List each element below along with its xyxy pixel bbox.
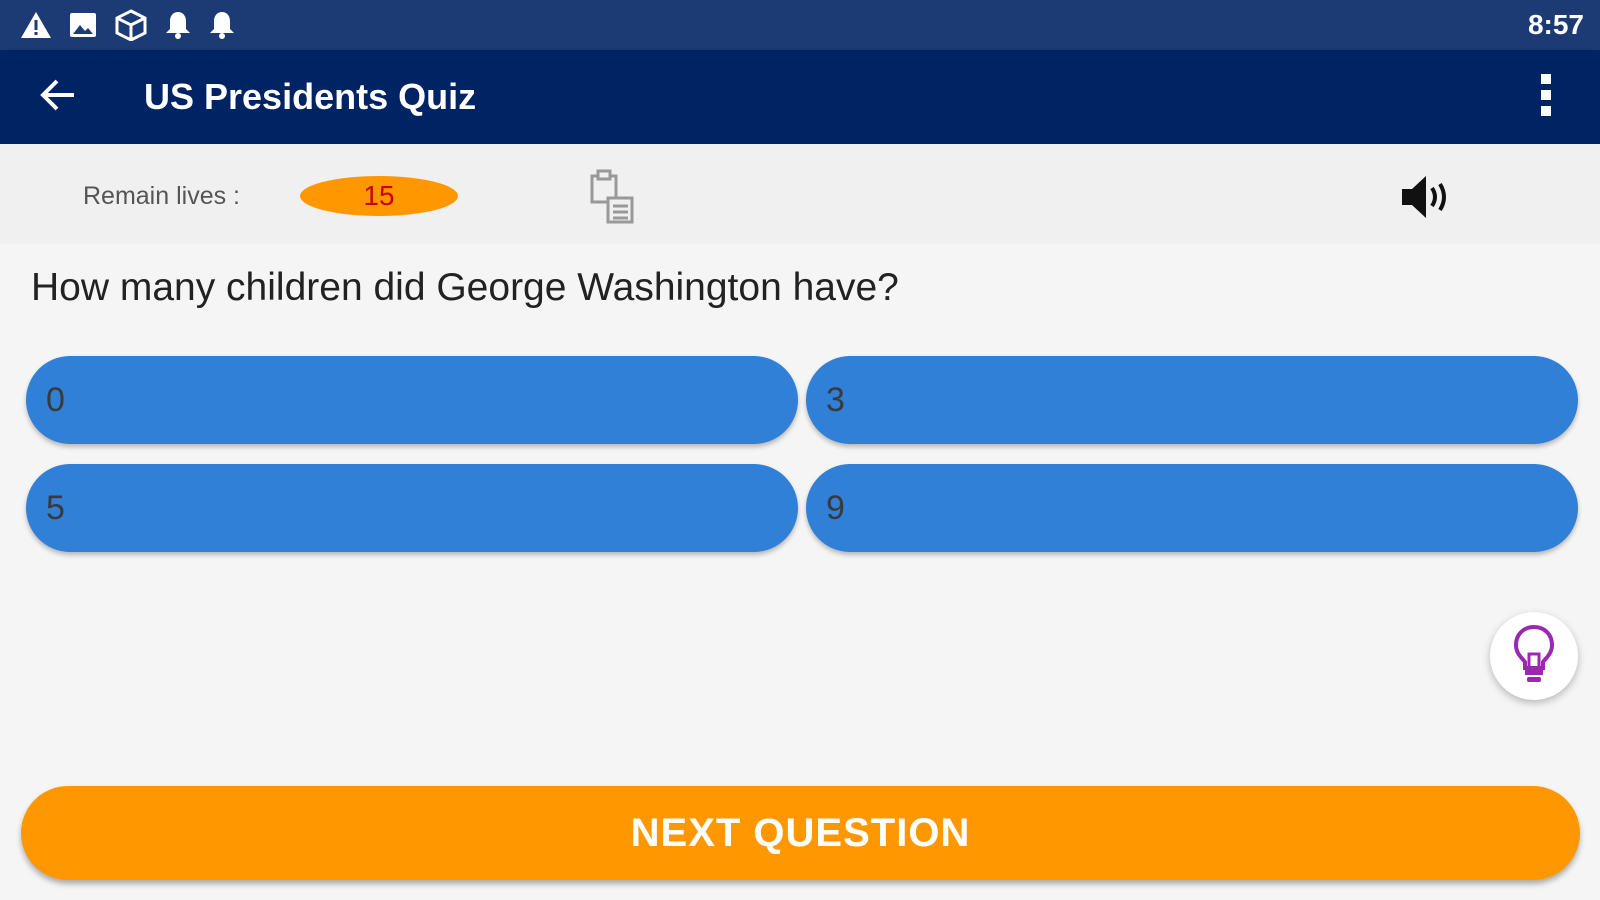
back-button[interactable] <box>28 67 88 127</box>
bell-icon <box>164 10 192 40</box>
next-question-button[interactable]: NEXT QUESTION <box>21 786 1580 880</box>
warning-icon <box>20 10 52 40</box>
arrow-back-icon <box>40 78 76 117</box>
answer-button-3[interactable]: 5 <box>26 464 798 552</box>
answer-label: 9 <box>826 488 845 527</box>
clipboard-list-button[interactable] <box>586 168 638 228</box>
lightbulb-icon <box>1512 624 1556 689</box>
cube-icon <box>114 9 148 41</box>
overflow-menu-button[interactable] <box>1516 67 1576 127</box>
answer-button-4[interactable]: 9 <box>806 464 1578 552</box>
status-time: 8:57 <box>1527 9 1584 40</box>
page-title: US Presidents Quiz <box>144 76 477 117</box>
answer-label: 5 <box>46 488 65 527</box>
clipboard-list-icon <box>586 169 638 232</box>
bell-icon <box>208 10 236 40</box>
sound-toggle-button[interactable] <box>1398 170 1454 224</box>
app-bar: US Presidents Quiz <box>0 50 1600 144</box>
more-vert-icon <box>1540 73 1552 122</box>
info-bar: Remain lives : 15 <box>0 144 1600 244</box>
answer-button-1[interactable]: 0 <box>26 356 798 444</box>
question-text: How many children did George Washington … <box>31 266 899 309</box>
lives-badge: 15 <box>300 176 458 216</box>
image-icon <box>68 10 98 40</box>
answer-label: 0 <box>46 380 65 419</box>
lives-label: Remain lives : <box>83 182 240 210</box>
lives-count: 15 <box>363 180 395 211</box>
status-bar: 8:57 <box>0 0 1600 50</box>
notification-icons <box>20 9 236 41</box>
answer-button-2[interactable]: 3 <box>806 356 1578 444</box>
next-question-label: NEXT QUESTION <box>630 810 971 855</box>
speaker-icon <box>1398 176 1454 228</box>
answer-label: 3 <box>826 380 845 419</box>
hint-button[interactable] <box>1490 612 1578 700</box>
